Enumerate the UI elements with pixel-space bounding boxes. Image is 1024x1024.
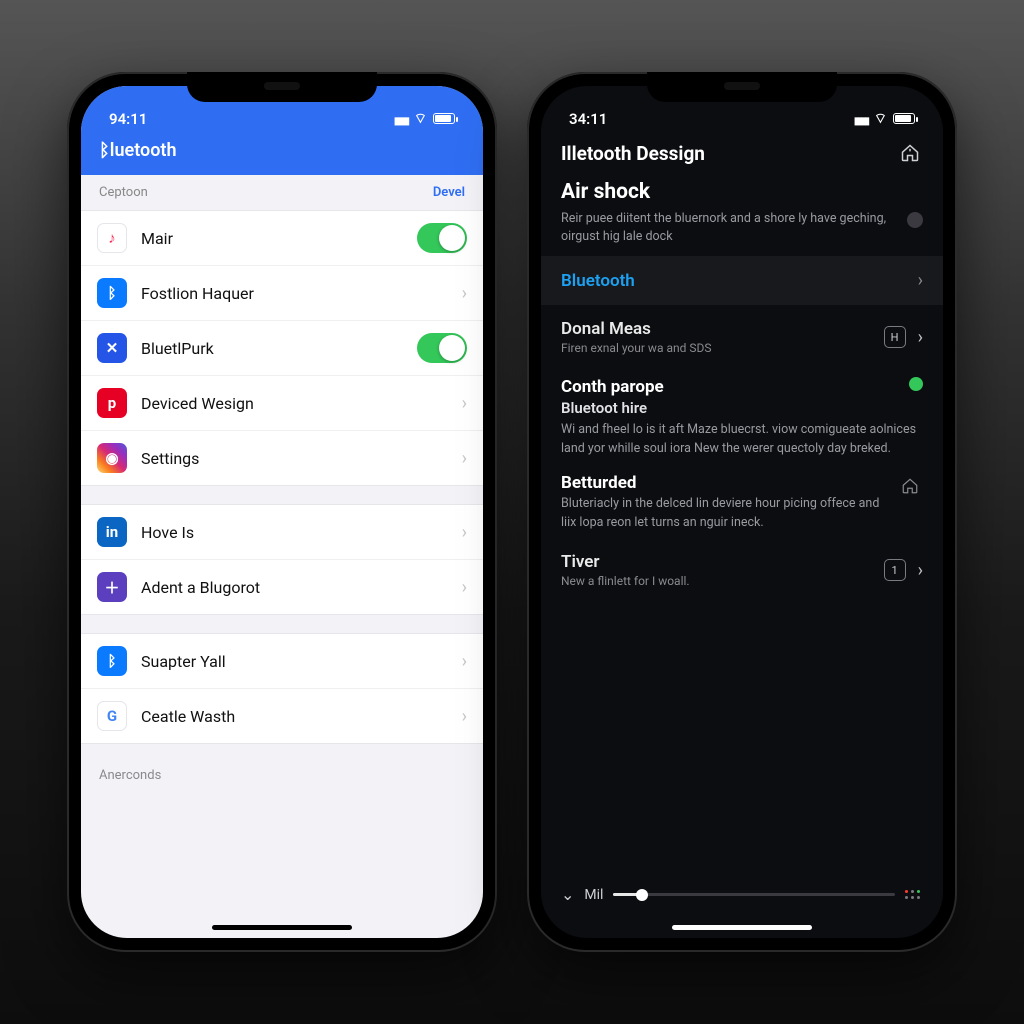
list-item[interactable]: ◉ Settings ›	[81, 431, 483, 485]
phone-light: 94:11 ᛒluetooth Ceptoon Devel ♪ Mair ᛒ Fost…	[67, 72, 497, 952]
donal-sub: Firen exnal your wa and SDS	[561, 341, 711, 355]
tiver-sub: New a flinlett for I woall.	[561, 574, 690, 588]
signal-icon	[394, 110, 408, 128]
header: Illetooth Dessign	[541, 132, 943, 170]
betturded-heading: Betturded	[561, 473, 923, 493]
screen-light: 94:11 ᛒluetooth Ceptoon Devel ♪ Mair ᛒ Fost…	[81, 86, 483, 938]
status-time: 34:11	[569, 110, 607, 128]
betturded-section: Betturded Bluteriacly in the delced lin …	[541, 465, 943, 539]
list-item[interactable]: in Hove Is ›	[81, 505, 483, 560]
row-label: Ceatle Wasth	[141, 707, 448, 726]
section-header: Ceptoon Devel	[81, 175, 483, 210]
instagram-icon: ◉	[97, 443, 127, 473]
row-label: Mair	[141, 229, 403, 248]
slider-label: Mil	[584, 887, 603, 903]
chevron-right-icon: ›	[918, 560, 923, 581]
bluetooth-icon: ᛒ	[97, 646, 127, 676]
conth-section: Conth parope Bluetoot hire Wi and fheel …	[541, 369, 943, 465]
list-item[interactable]: ᛒ Fostlion Haquer ›	[81, 266, 483, 321]
conth-heading: Conth parope	[561, 377, 923, 397]
footer-label: Anerconds	[81, 762, 483, 823]
settings-group-2: in Hove Is › ＋ Adent a Blugorot ›	[81, 504, 483, 615]
row-label: Deviced Wesign	[141, 394, 448, 413]
notch	[187, 72, 377, 102]
page-title: Illetooth Dessign	[561, 142, 705, 165]
status-dot	[909, 377, 923, 391]
chevron-right-icon: ›	[462, 577, 467, 598]
toggle-switch[interactable]	[417, 333, 467, 363]
airshock-sub: Reir puee diitent the bluernork and a sh…	[561, 210, 893, 246]
wifi-icon	[874, 109, 887, 128]
chevron-right-icon: ›	[462, 448, 467, 469]
chevron-right-icon: ›	[462, 651, 467, 672]
radio-off[interactable]	[907, 212, 923, 228]
row-label: Settings	[141, 449, 448, 468]
phone-dark: 34:11 Illetooth Dessign Air shock Reir p…	[527, 72, 957, 952]
list-item[interactable]: ＋ Adent a Blugorot ›	[81, 560, 483, 614]
section-action[interactable]: Devel	[433, 185, 465, 200]
chevron-right-icon: ›	[462, 283, 467, 304]
notch	[647, 72, 837, 102]
donal-row[interactable]: Donal Meas Firen exnal your wa and SDS H…	[541, 305, 943, 369]
list-item[interactable]: ᛒ Suapter Yall ›	[81, 634, 483, 689]
conth-body: Wi and fheel lo is it aft Maze bluecrst.…	[561, 421, 923, 459]
list-item[interactable]: G Ceatle Wasth ›	[81, 689, 483, 743]
home-outline-icon[interactable]	[897, 473, 923, 499]
chevron-right-icon: ›	[918, 327, 923, 348]
status-indicators	[854, 109, 915, 128]
status-indicators	[394, 109, 455, 128]
settings-group-1: ♪ Mair ᛒ Fostlion Haquer › ✕ BluetlPurk p Device…	[81, 210, 483, 486]
plus-icon: ＋	[97, 572, 127, 602]
battery-icon	[433, 113, 455, 124]
row-label: Fostlion Haquer	[141, 284, 448, 303]
row-label: BluetlPurk	[141, 339, 403, 358]
betturded-body: Bluteriacly in the delced lin deviere ho…	[561, 495, 923, 533]
battery-icon	[893, 113, 915, 124]
row-label: Suapter Yall	[141, 652, 448, 671]
chevron-down-icon[interactable]: ⌄	[561, 885, 574, 904]
signal-icon	[854, 110, 868, 128]
slider-track[interactable]	[613, 893, 895, 896]
settings-group-3: ᛒ Suapter Yall › G Ceatle Wasth ›	[81, 633, 483, 744]
chevron-right-icon: ›	[462, 393, 467, 414]
pinterest-icon: p	[97, 388, 127, 418]
badge-icon: H	[884, 326, 906, 348]
badge-icon: 1	[884, 559, 906, 581]
airshock-section: Air shock Reir puee diitent the bluernor…	[541, 170, 943, 256]
slider[interactable]: ⌄ Mil	[561, 885, 923, 904]
list-item[interactable]: ✕ BluetlPurk	[81, 321, 483, 376]
chevron-right-icon: ›	[462, 706, 467, 727]
tiver-row[interactable]: Tiver New a flinlett for I woall. 1 ›	[541, 538, 943, 602]
section-label: Ceptoon	[99, 185, 148, 200]
list-item[interactable]: p Deviced Wesign ›	[81, 376, 483, 431]
music-icon: ♪	[97, 223, 127, 253]
row-label: Hove Is	[141, 523, 448, 542]
tiver-heading: Tiver	[561, 552, 690, 572]
bluetooth-icon: ᛒ	[97, 278, 127, 308]
bluetooth-label: Bluetooth	[561, 271, 635, 291]
page-title: ᛒluetooth	[81, 132, 483, 175]
tools-icon: ✕	[97, 333, 127, 363]
airshock-title: Air shock	[561, 180, 923, 204]
screen-dark: 34:11 Illetooth Dessign Air shock Reir p…	[541, 86, 943, 938]
row-label: Adent a Blugorot	[141, 578, 448, 597]
home-indicator[interactable]	[212, 925, 352, 930]
donal-title: Donal Meas	[561, 319, 711, 339]
wifi-icon	[414, 109, 427, 128]
status-time: 94:11	[109, 110, 147, 128]
home-indicator[interactable]	[672, 925, 812, 930]
home-icon[interactable]	[897, 140, 923, 166]
menu-grid-icon[interactable]	[905, 890, 923, 899]
chevron-right-icon: ›	[462, 522, 467, 543]
linkedin-icon: in	[97, 517, 127, 547]
bluetooth-row[interactable]: Bluetooth ›	[541, 256, 943, 305]
list-item[interactable]: ♪ Mair	[81, 211, 483, 266]
chevron-right-icon: ›	[918, 270, 923, 291]
google-icon: G	[97, 701, 127, 731]
conth-subheading: Bluetoot hire	[561, 399, 923, 417]
toggle-switch[interactable]	[417, 223, 467, 253]
